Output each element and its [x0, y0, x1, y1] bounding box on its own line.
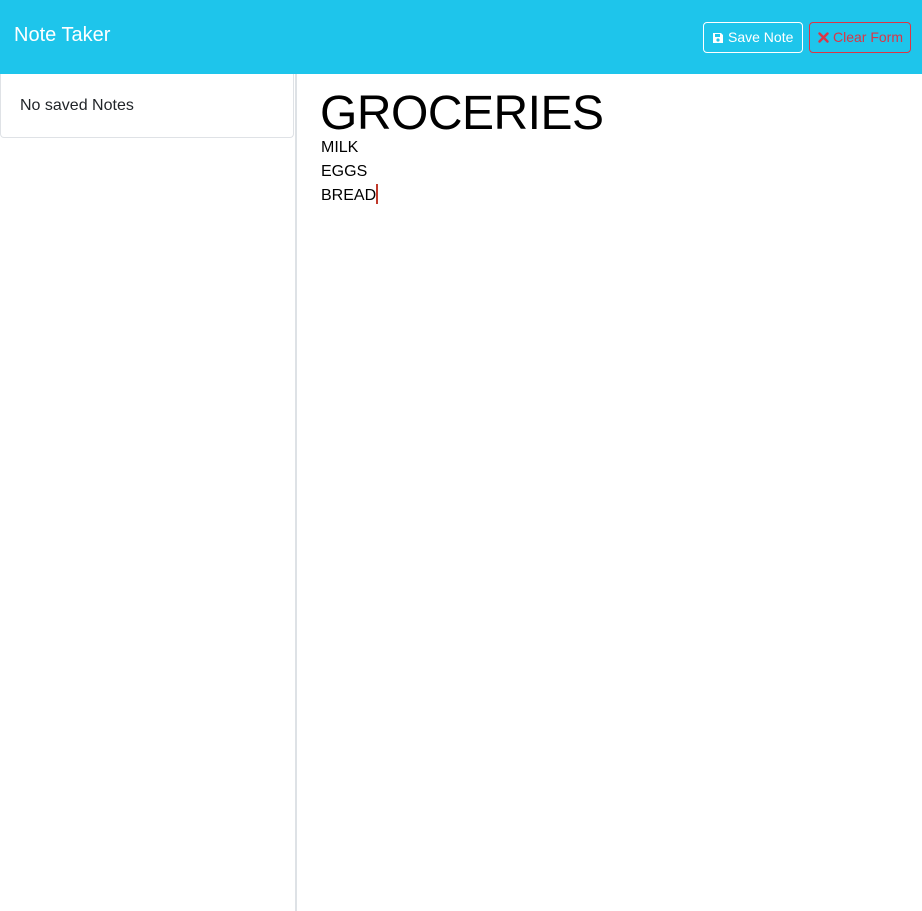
save-note-button[interactable]: Save Note — [703, 22, 803, 53]
note-title-input[interactable]: GROCERIES — [320, 88, 604, 140]
x-icon — [818, 32, 829, 43]
notes-sidebar: No saved Notes — [0, 74, 297, 911]
navbar: Note Taker Save Note Clear Form — [0, 0, 922, 74]
note-line-text: BREAD — [321, 187, 377, 204]
note-line: MILK — [321, 139, 359, 156]
floppy-disk-icon — [712, 32, 724, 44]
note-text-area[interactable]: MILK EGGS BREAD — [321, 136, 379, 208]
empty-notes-message: No saved Notes — [0, 74, 294, 138]
clear-form-label: Clear Form — [833, 29, 904, 45]
note-line: EGGS — [321, 163, 368, 180]
note-editor: GROCERIES MILK EGGS BREAD — [297, 74, 922, 911]
note-line-last: BREAD — [321, 184, 379, 208]
app-title[interactable]: Note Taker — [14, 22, 110, 48]
text-caret — [376, 184, 379, 204]
clear-form-button[interactable]: Clear Form — [809, 22, 911, 53]
save-note-label: Save Note — [728, 29, 794, 45]
